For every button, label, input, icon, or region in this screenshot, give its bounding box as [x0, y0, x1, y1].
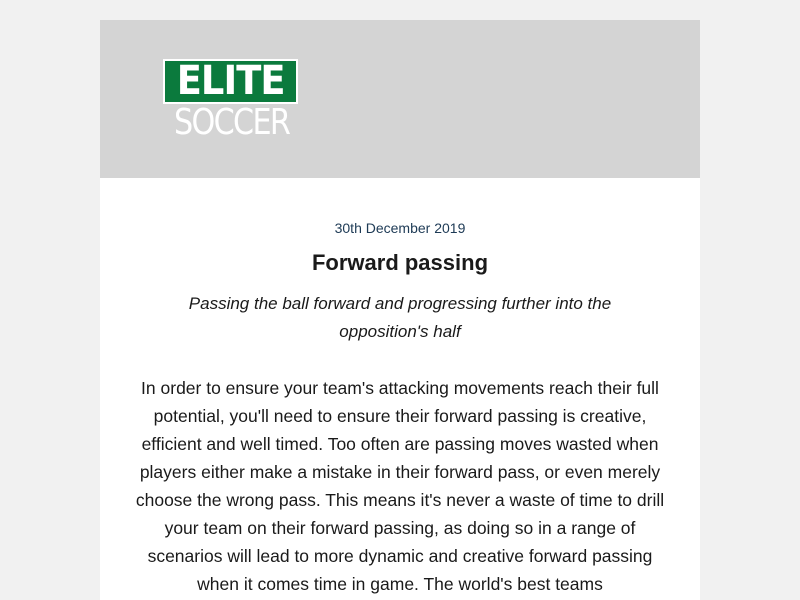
email-header: ELITE SOCCER [100, 20, 700, 178]
logo-soccer-text: SOCCER [173, 102, 291, 143]
elite-soccer-logo[interactable]: ELITE SOCCER [163, 59, 298, 141]
article-title: Forward passing [311, 250, 489, 275]
logo-elite-text: ELITE [163, 59, 298, 104]
email-container: ELITE SOCCER 30th December 2019 Forward … [100, 20, 700, 600]
article-date: 30th December 2019 [334, 220, 466, 236]
article-body: In order to ensure your team's attacking… [135, 378, 665, 594]
article-subtitle: Passing the ball forward and progressing… [188, 294, 612, 341]
